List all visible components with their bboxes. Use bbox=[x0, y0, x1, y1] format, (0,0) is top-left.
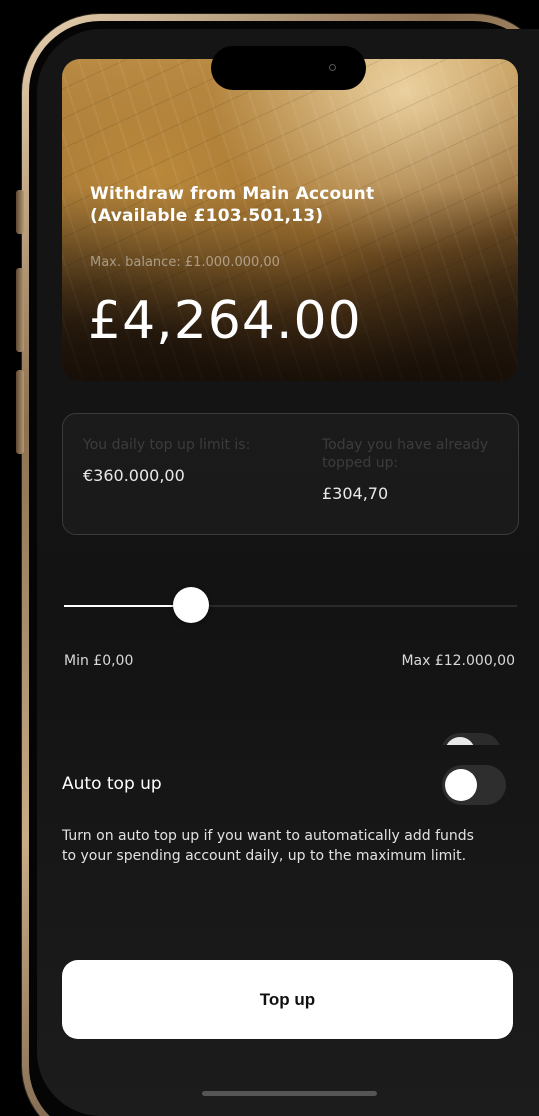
topped-up-label: Today you have already topped up: bbox=[322, 437, 489, 471]
limits-card: You daily top up limit is: €360.000,00 T… bbox=[62, 413, 519, 535]
phone-screen: Withdraw from Main Account (Available £1… bbox=[37, 29, 539, 1116]
app-stage: Withdraw from Main Account (Available £1… bbox=[0, 0, 539, 1116]
camera-icon bbox=[329, 64, 336, 71]
slider-fill bbox=[64, 605, 191, 607]
daily-limit-value: €360.000,00 bbox=[83, 466, 185, 485]
slider-thumb[interactable] bbox=[173, 587, 209, 623]
hidden-toggle bbox=[441, 733, 501, 745]
slider-max-label: Max £12.000,00 bbox=[401, 653, 515, 669]
auto-top-up-title: Auto top up bbox=[62, 774, 162, 794]
top-up-button[interactable]: Top up bbox=[62, 960, 513, 1039]
auto-top-up-description: Turn on auto top up if you want to autom… bbox=[62, 828, 474, 864]
volume-up-button bbox=[16, 268, 24, 352]
daily-limit-label: You daily top up limit is: bbox=[83, 437, 251, 453]
amount-display[interactable]: £4,264.00 bbox=[88, 291, 362, 351]
topped-up-block: Today you have already topped up: £304,7… bbox=[322, 436, 502, 503]
max-balance-label: Max. balance: £1.000.000,00 bbox=[90, 255, 280, 270]
dynamic-island bbox=[211, 46, 366, 90]
topped-up-value: £304,70 bbox=[322, 484, 389, 503]
slider-min-label: Min £0,00 bbox=[64, 653, 134, 669]
home-indicator[interactable] bbox=[202, 1091, 377, 1096]
auto-top-up-toggle[interactable] bbox=[442, 765, 506, 805]
amount-slider[interactable] bbox=[64, 587, 517, 623]
withdraw-title: Withdraw from Main Account (Available £1… bbox=[90, 184, 375, 226]
volume-down-button bbox=[16, 370, 24, 454]
mute-switch bbox=[16, 190, 24, 234]
daily-limit-block: You daily top up limit is: €360.000,00 bbox=[83, 436, 263, 485]
toggle-knob bbox=[445, 769, 477, 801]
